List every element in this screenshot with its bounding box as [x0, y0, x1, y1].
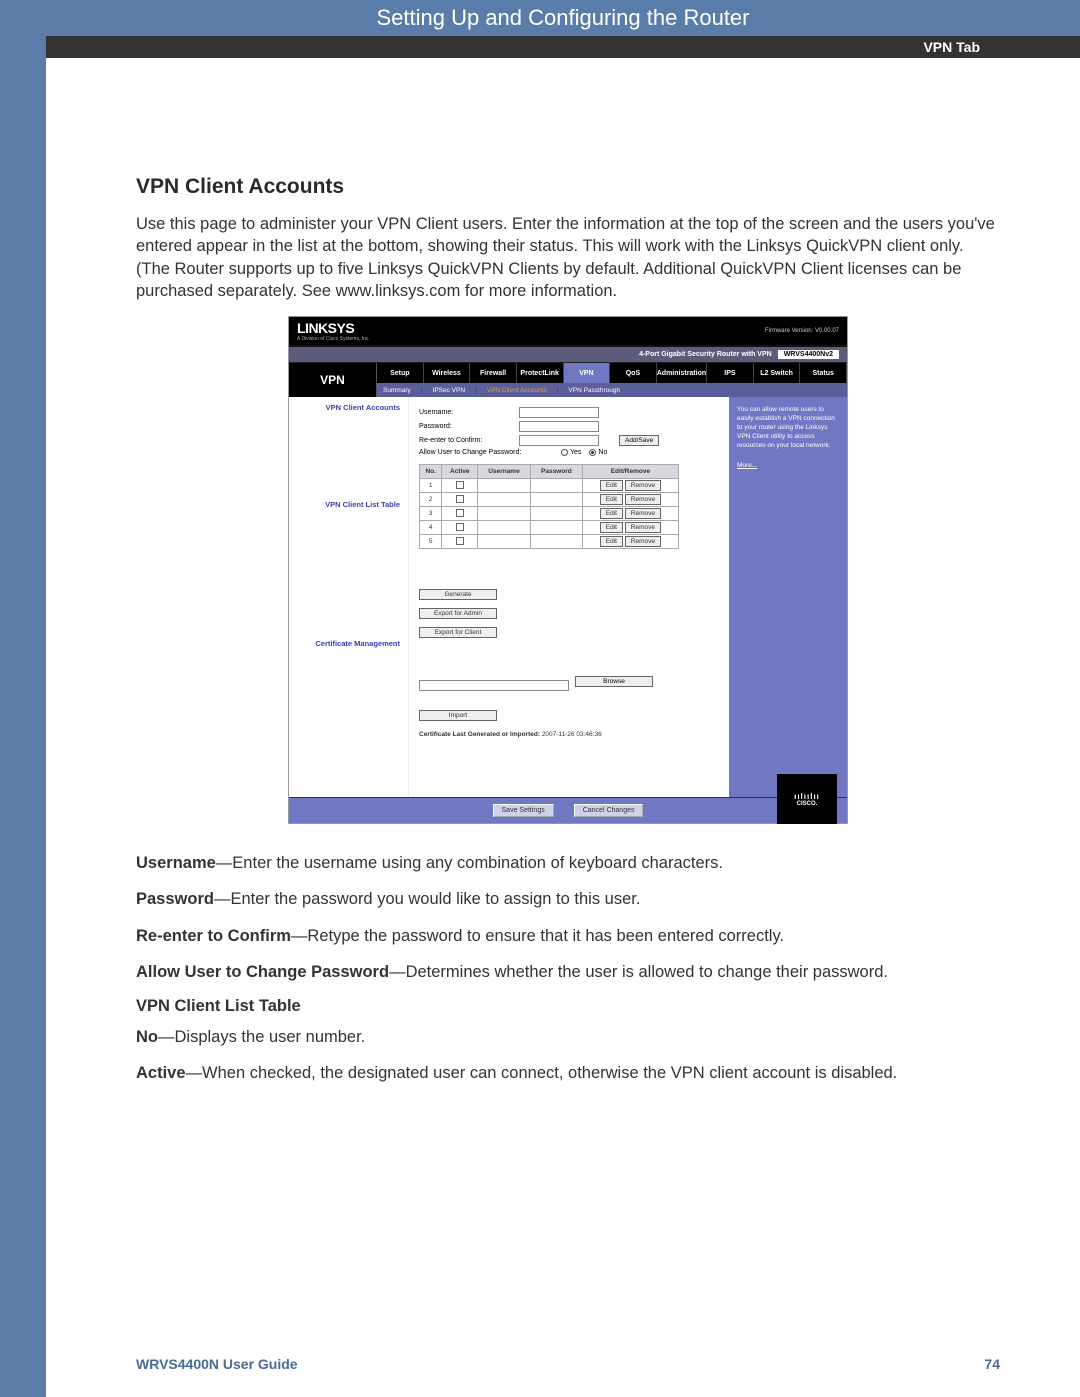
subtab-vpn-client-accounts[interactable]: VPN Client Accounts: [487, 387, 547, 394]
edit-button[interactable]: Edit: [600, 494, 623, 505]
tab-firewall[interactable]: Firewall: [470, 363, 517, 383]
page-footer: WRVS4400N User Guide 74: [136, 1356, 1000, 1372]
help-panel: You can allow remote users to easily est…: [729, 397, 847, 797]
sidebar-cert-mgmt: Certificate Management: [297, 639, 400, 648]
firmware-version: Firmware Version: V0.00.07: [765, 328, 839, 334]
allow-yes-radio[interactable]: [561, 449, 568, 456]
router-screenshot: LINKSYS A Division of Cisco Systems, Inc…: [288, 316, 848, 824]
sidebar-vpn-client-accounts: VPN Client Accounts: [297, 403, 400, 412]
edit-button[interactable]: Edit: [600, 536, 623, 547]
sidebar-vpn-client-list: VPN Client List Table: [297, 500, 400, 509]
page-left-bar: [0, 0, 46, 1397]
active-checkbox[interactable]: [456, 481, 464, 489]
browse-button[interactable]: Browse: [575, 676, 653, 687]
cisco-logo: ıılıılıı CISCO.: [777, 774, 837, 824]
tab-status[interactable]: Status: [800, 363, 847, 383]
tab-setup[interactable]: Setup: [377, 363, 424, 383]
footer-page-number: 74: [984, 1356, 1000, 1372]
model-number: WRVS4400Nv2: [778, 350, 839, 359]
active-checkbox[interactable]: [456, 523, 464, 531]
help-more-link[interactable]: More...: [737, 461, 757, 470]
table-row: 3Edit Remove: [420, 507, 679, 521]
subtab-vpn-passthrough[interactable]: VPN Passthrough: [568, 387, 620, 394]
export-admin-button[interactable]: Export for Admin: [419, 608, 497, 619]
remove-button[interactable]: Remove: [625, 494, 661, 505]
table-row: 1Edit Remove: [420, 479, 679, 493]
edit-button[interactable]: Edit: [600, 508, 623, 519]
linksys-logo: LINKSYS: [297, 320, 370, 336]
remove-button[interactable]: Remove: [625, 480, 661, 491]
page-header: Setting Up and Configuring the Router VP…: [46, 0, 1080, 105]
password-input[interactable]: [519, 421, 599, 432]
generate-button[interactable]: Generate: [419, 589, 497, 600]
edit-button[interactable]: Edit: [600, 480, 623, 491]
tab-administration[interactable]: Administration: [657, 363, 707, 383]
confirm-input[interactable]: [519, 435, 599, 446]
remove-button[interactable]: Remove: [625, 536, 661, 547]
remove-button[interactable]: Remove: [625, 522, 661, 533]
tab-ips[interactable]: IPS: [707, 363, 754, 383]
cert-timestamp: 2007-11-26 03:46:36: [542, 731, 602, 738]
active-checkbox[interactable]: [456, 495, 464, 503]
tab-l2-switch[interactable]: L2 Switch: [754, 363, 801, 383]
export-client-button[interactable]: Export for Client: [419, 627, 497, 638]
vpn-client-list-table: No.ActiveUsernamePasswordEdit/Remove 1Ed…: [419, 464, 679, 549]
edit-button[interactable]: Edit: [600, 522, 623, 533]
section-heading: VPN Client Accounts: [136, 175, 1000, 199]
remove-button[interactable]: Remove: [625, 508, 661, 519]
save-settings-button[interactable]: Save Settings: [493, 804, 554, 817]
tab-wireless[interactable]: Wireless: [424, 363, 471, 383]
nav-section-title: VPN: [289, 363, 377, 397]
cert-file-input[interactable]: [419, 680, 569, 691]
active-checkbox[interactable]: [456, 509, 464, 517]
import-button[interactable]: Import: [419, 710, 497, 721]
active-checkbox[interactable]: [456, 537, 464, 545]
tab-protectlink[interactable]: ProtectLink: [517, 363, 564, 383]
table-row: 4Edit Remove: [420, 521, 679, 535]
subtab-summary[interactable]: Summary: [383, 387, 411, 394]
username-input[interactable]: [519, 407, 599, 418]
intro-paragraph: Use this page to administer your VPN Cli…: [136, 213, 1000, 302]
footer-guide: WRVS4400N User Guide: [136, 1356, 298, 1372]
add-save-button[interactable]: Add/Save: [619, 435, 659, 446]
subtab-ipsec-vpn[interactable]: IPSec VPN: [433, 387, 466, 394]
chapter-title: Setting Up and Configuring the Router: [46, 0, 1080, 36]
tab-vpn[interactable]: VPN: [564, 363, 611, 383]
tab-qos[interactable]: QoS: [610, 363, 657, 383]
allow-no-radio[interactable]: [589, 449, 596, 456]
table-row: 5Edit Remove: [420, 535, 679, 549]
subsection-heading: VPN Client List Table: [136, 997, 1000, 1016]
table-row: 2Edit Remove: [420, 493, 679, 507]
model-label: 4-Port Gigabit Security Router with VPN: [639, 351, 772, 358]
cancel-changes-button[interactable]: Cancel Changes: [574, 804, 644, 817]
section-tab-label: VPN Tab: [923, 36, 980, 58]
